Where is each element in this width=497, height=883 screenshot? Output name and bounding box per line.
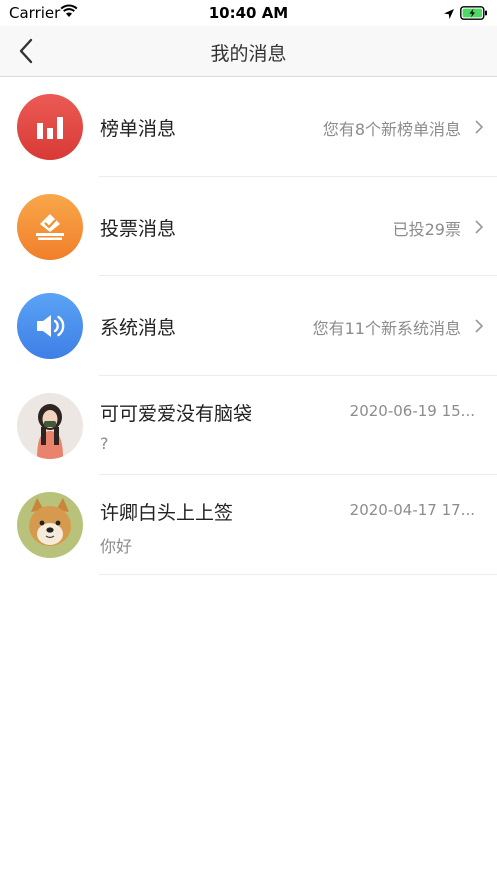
clock: 10:40 AM (208, 4, 289, 22)
chat-item[interactable]: 许卿白头上上签 2020-04-17 17... 你好 (0, 475, 497, 575)
chevron-right-icon (474, 318, 484, 338)
chevron-right-icon (474, 119, 484, 139)
list-item-ranking-messages[interactable]: 榜单消息 您有8个新榜单消息 (0, 77, 497, 177)
page-title: 我的消息 (210, 43, 287, 65)
chat-item[interactable]: 可可爱爱没有脑袋 2020-06-19 15... ? (0, 376, 497, 475)
list-item-detail: 您有11个新系统消息 (312, 319, 461, 338)
chat-name: 许卿白头上上签 (100, 502, 234, 524)
list-item-detail: 您有8个新榜单消息 (322, 120, 461, 139)
message-list: 榜单消息 您有8个新榜单消息 投票消息 已投29票 系统消息 您有11个新系统消… (0, 77, 497, 575)
speaker-icon (17, 293, 83, 359)
chat-name: 可可爱爱没有脑袋 (100, 402, 253, 425)
shiba-dog-avatar (17, 492, 83, 558)
location-arrow-icon (443, 5, 455, 24)
list-item-system-messages[interactable]: 系统消息 您有11个新系统消息 (0, 276, 497, 376)
chat-time: 2020-06-19 15... (349, 401, 475, 420)
chat-preview: 你好 (100, 537, 133, 556)
list-item-title: 系统消息 (100, 317, 177, 339)
list-item-title: 榜单消息 (100, 118, 177, 140)
chat-preview: ? (100, 433, 109, 453)
chevron-right-icon (474, 219, 484, 239)
girl-avatar (17, 392, 83, 459)
status-bar: Carrier 10:40 AM (0, 0, 497, 26)
list-item-voting-messages[interactable]: 投票消息 已投29票 (0, 177, 497, 276)
list-item-title: 投票消息 (100, 217, 177, 240)
navigation-bar: 我的消息 (0, 26, 497, 77)
divider (99, 573, 497, 575)
bar-chart-icon (17, 94, 83, 160)
ballot-box-icon (17, 193, 83, 260)
list-item-detail: 已投29票 (392, 219, 461, 239)
battery-icon (460, 5, 488, 24)
chat-time: 2020-04-17 17... (349, 501, 475, 519)
